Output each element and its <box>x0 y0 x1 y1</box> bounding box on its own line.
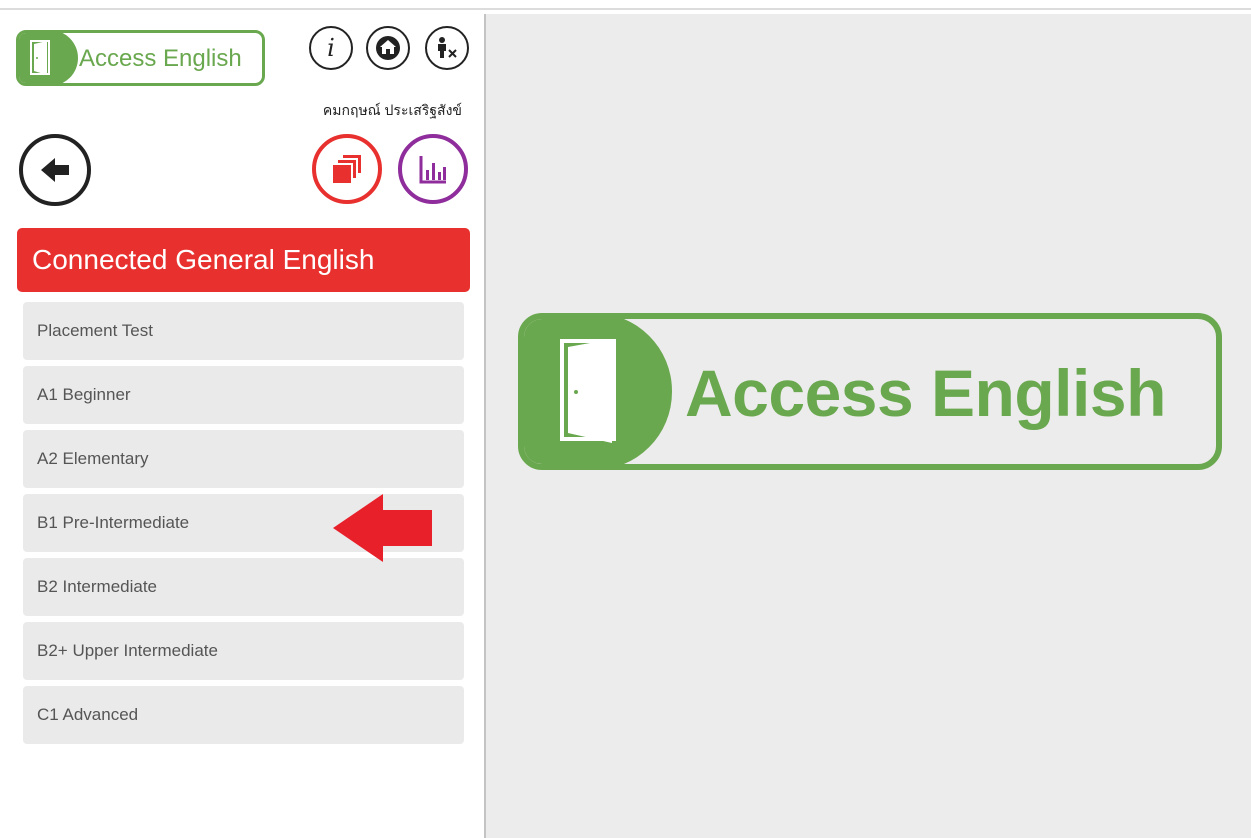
arrow-left-icon <box>41 158 69 182</box>
user-name: คมกฤษณ์ ประเสริฐสังข์ <box>322 102 462 118</box>
stacked-pages-icon <box>331 153 363 185</box>
red-arrow-icon <box>333 494 432 562</box>
info-icon[interactable]: i <box>309 26 353 70</box>
app-logo[interactable]: Access English <box>16 30 265 86</box>
door-icon <box>524 319 672 464</box>
door-icon <box>19 33 78 83</box>
logo-text: Access English <box>79 45 242 72</box>
courses-button[interactable] <box>312 134 382 204</box>
home-icon[interactable] <box>366 26 410 70</box>
course-title-header[interactable]: Connected General English <box>17 228 470 292</box>
level-item-a2-elementary[interactable]: A2 Elementary <box>23 430 464 488</box>
main-logo: Access English <box>518 313 1222 470</box>
level-item-b2-intermediate[interactable]: B2 Intermediate <box>23 558 464 616</box>
bar-chart-icon <box>419 156 446 184</box>
level-item-a1-beginner[interactable]: A1 Beginner <box>23 366 464 424</box>
back-button[interactable] <box>19 134 91 206</box>
level-item-placement-test[interactable]: Placement Test <box>23 302 464 360</box>
level-item-b2-plus-upper-intermediate[interactable]: B2+ Upper Intermediate <box>23 622 464 680</box>
logout-icon[interactable] <box>425 26 469 70</box>
stats-button[interactable] <box>398 134 468 204</box>
main-logo-text: Access English <box>685 356 1166 430</box>
info-glyph: i <box>327 34 335 62</box>
level-item-c1-advanced[interactable]: C1 Advanced <box>23 686 464 744</box>
